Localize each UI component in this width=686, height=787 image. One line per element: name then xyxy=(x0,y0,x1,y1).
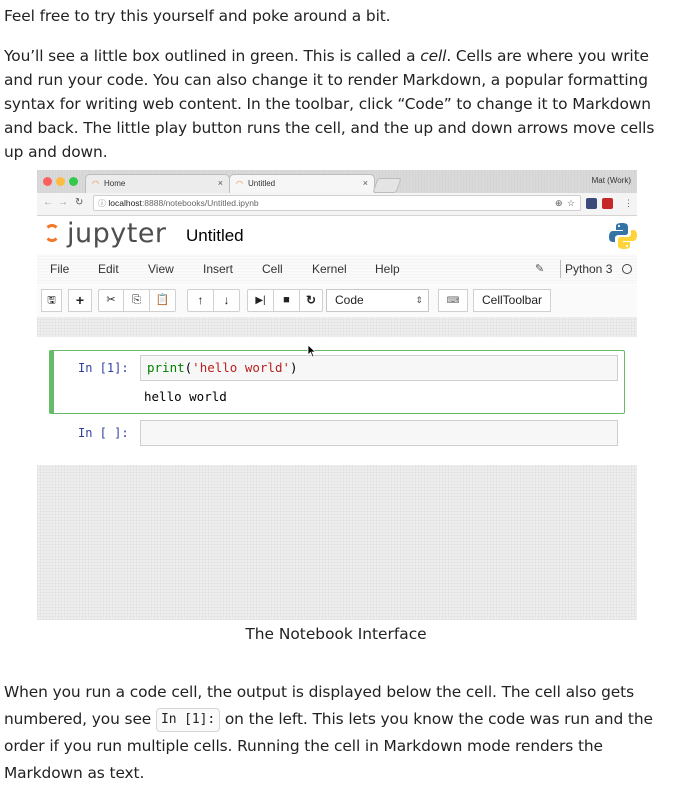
window-zoom-dot[interactable] xyxy=(69,177,78,186)
extension-icon[interactable] xyxy=(602,198,613,209)
jupyter-favicon-icon: ◠ xyxy=(236,179,243,188)
edit-pencil-icon[interactable]: ✎ xyxy=(535,262,544,275)
cell-output: hello world xyxy=(144,389,227,404)
menu-edit[interactable]: Edit xyxy=(98,262,119,276)
tab-label: Home xyxy=(104,179,126,188)
notebook-toolbar: 🖫 + ✂ ⎘ 📋 ↑ ↓ ▶| ■ ↻ Code ⇕ ⌨ CellToolba… xyxy=(37,285,637,317)
reload-icon[interactable]: ↻ xyxy=(75,197,83,208)
figure-caption: The Notebook Interface xyxy=(245,625,427,643)
extension-icon[interactable] xyxy=(586,198,597,209)
menu-help[interactable]: Help xyxy=(375,262,400,276)
menu-file[interactable]: File xyxy=(50,262,69,276)
output-explanation-paragraph: When you run a code cell, the output is … xyxy=(4,679,676,787)
back-arrow-icon[interactable]: ← xyxy=(43,197,53,208)
para2-text-start: You’ll see a little box outlined in gree… xyxy=(4,47,421,65)
save-icon[interactable]: 🖫 xyxy=(41,289,62,312)
notebook-menubar: File Edit View Insert Cell Kernel Help ✎… xyxy=(37,254,637,284)
browser-address-bar: ← → ↻ ⓘ localhost:8888/notebooks/Untitle… xyxy=(37,193,637,216)
menu-cell[interactable]: Cell xyxy=(262,262,283,276)
tab-label: Untitled xyxy=(248,179,276,188)
jupyter-favicon-icon: ◠ xyxy=(92,179,99,188)
url-host: localhost xyxy=(108,198,142,208)
cell-type-value: Code xyxy=(335,293,364,307)
bookmark-star-icon[interactable]: ☆ xyxy=(567,198,575,209)
run-cell-play-icon[interactable]: ▶| xyxy=(247,289,274,312)
copy-icon[interactable]: ⎘ xyxy=(123,289,150,312)
browser-profile-label[interactable]: Mat (Work) xyxy=(592,176,631,185)
intro-paragraph: Feel free to try this yourself and poke … xyxy=(4,7,391,25)
window-close-dot[interactable] xyxy=(43,177,52,186)
browser-tab-untitled[interactable]: ◠ Untitled × xyxy=(229,174,375,193)
forward-arrow-icon[interactable]: → xyxy=(58,197,68,208)
inline-code-prompt: In [1]: xyxy=(155,707,221,732)
notebook-screenshot: ◠ Home × ◠ Untitled × Mat (Work) ← → ↻ ⓘ… xyxy=(37,170,637,620)
tab-close-icon[interactable]: × xyxy=(218,178,223,188)
kernel-status-icon xyxy=(622,264,632,274)
python-logo-icon xyxy=(609,223,637,249)
tab-close-icon[interactable]: × xyxy=(363,178,368,188)
cell-explanation-paragraph: You’ll see a little box outlined in gree… xyxy=(4,44,676,164)
code-input-area[interactable]: print('hello world') xyxy=(140,355,618,381)
empty-code-input[interactable] xyxy=(140,420,618,446)
paste-icon[interactable]: 📋 xyxy=(149,289,176,312)
move-up-arrow-icon[interactable]: ↑ xyxy=(187,289,214,312)
notebook-title[interactable]: Untitled xyxy=(186,226,244,246)
jupyter-logo-text[interactable]: jupyter xyxy=(67,218,167,249)
empty-cell-prompt: In [ ]: xyxy=(78,426,129,440)
jupyter-header: jupyter Untitled xyxy=(37,216,637,254)
notebook-background: In [1]: print('hello world') hello world… xyxy=(37,317,637,620)
code-paren-close: ) xyxy=(290,360,298,375)
url-path: :8888/notebooks/Untitled.ipynb xyxy=(141,198,259,208)
mouse-cursor-icon xyxy=(307,344,317,358)
menu-insert[interactable]: Insert xyxy=(203,262,233,276)
zoom-icon[interactable]: ⊕ xyxy=(555,198,563,209)
insert-cell-plus-icon[interactable]: + xyxy=(68,289,92,312)
celltoolbar-button[interactable]: CellToolbar xyxy=(473,289,551,312)
code-function: print xyxy=(147,360,185,375)
code-string: 'hello world' xyxy=(192,360,291,375)
cell-type-select[interactable]: Code ⇕ xyxy=(326,289,429,312)
move-down-arrow-icon[interactable]: ↓ xyxy=(213,289,240,312)
new-tab-button[interactable] xyxy=(372,178,402,193)
notebook-container: In [1]: print('hello world') hello world… xyxy=(37,337,637,465)
browser-tab-home[interactable]: ◠ Home × xyxy=(85,174,230,193)
kernel-divider xyxy=(560,260,561,278)
para2-emphasis: cell xyxy=(420,47,447,65)
info-icon: ⓘ xyxy=(98,199,106,208)
kernel-name[interactable]: Python 3 xyxy=(565,262,612,276)
interrupt-stop-icon[interactable]: ■ xyxy=(273,289,300,312)
browser-menu-icon[interactable]: ⋮ xyxy=(624,198,633,209)
jupyter-logo-icon[interactable] xyxy=(44,224,60,242)
url-field[interactable]: ⓘ localhost:8888/notebooks/Untitled.ipyn… xyxy=(93,195,581,211)
menu-kernel[interactable]: Kernel xyxy=(312,262,347,276)
menu-view[interactable]: View xyxy=(148,262,174,276)
cell-input-prompt: In [1]: xyxy=(78,361,129,375)
select-arrows-icon: ⇕ xyxy=(415,295,423,305)
restart-kernel-icon[interactable]: ↻ xyxy=(299,289,323,312)
window-minimize-dot[interactable] xyxy=(56,177,65,186)
cut-scissors-icon[interactable]: ✂ xyxy=(98,289,124,312)
browser-tab-bar: ◠ Home × ◠ Untitled × Mat (Work) xyxy=(37,170,637,193)
keyboard-shortcuts-icon[interactable]: ⌨ xyxy=(438,289,468,312)
